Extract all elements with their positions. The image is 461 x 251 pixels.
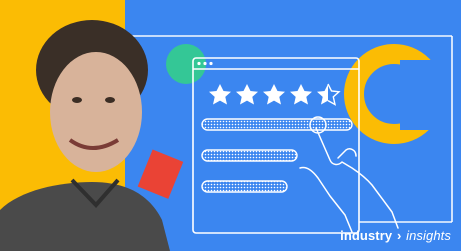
brand-logo: industry › insights [340, 228, 451, 243]
yellow-ring-cut [400, 60, 460, 130]
star-icon [236, 84, 258, 105]
review-bar [201, 180, 288, 193]
star-icon [209, 84, 231, 105]
star-rating [209, 83, 341, 106]
red-square [137, 149, 184, 199]
face [50, 52, 142, 172]
star-icon [290, 84, 312, 105]
review-bars [201, 118, 353, 193]
star-icon [317, 84, 328, 105]
hero-banner: industry › insights [0, 0, 461, 251]
person-photo [0, 20, 170, 251]
review-bar [201, 149, 298, 162]
review-illustration [0, 20, 460, 251]
brand-logo-chevron: › [396, 228, 402, 243]
brand-logo-light: insights [406, 228, 451, 243]
brand-logo-strong: industry [340, 228, 393, 243]
window-dots-icon [197, 61, 213, 66]
review-bar [201, 118, 353, 131]
star-icon [263, 84, 285, 105]
